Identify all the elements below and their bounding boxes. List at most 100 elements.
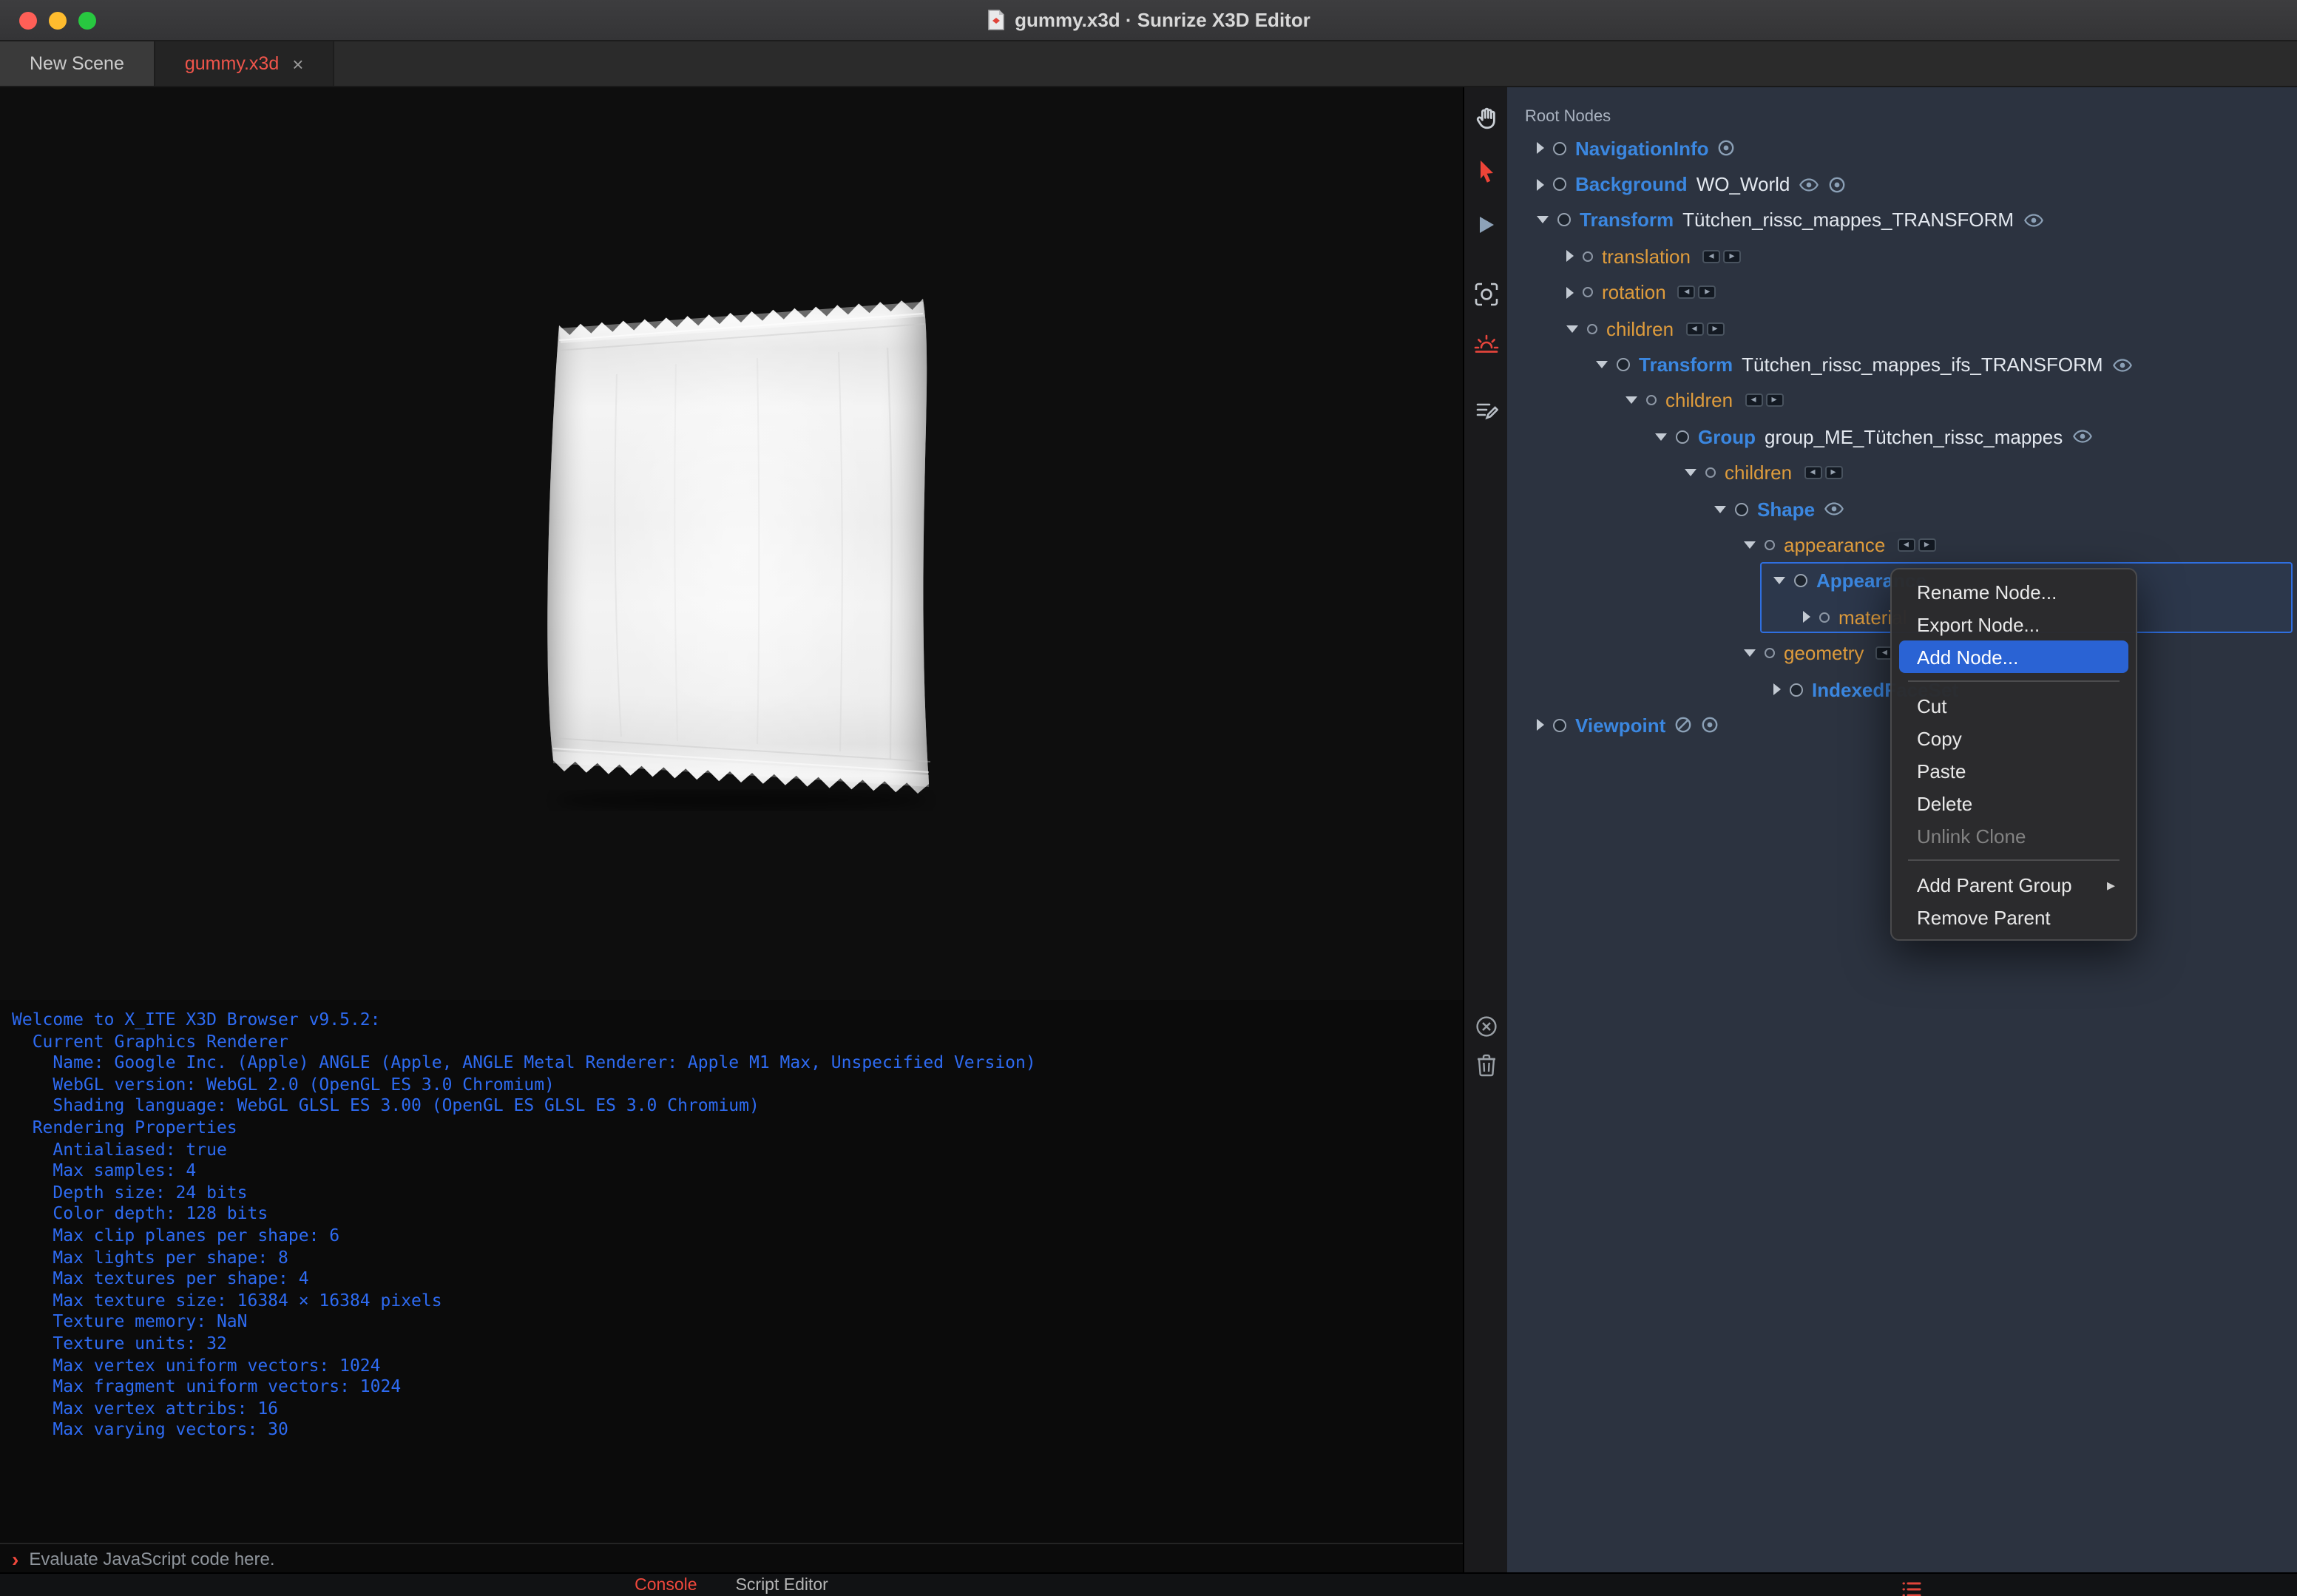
viewfinder-icon[interactable] bbox=[1469, 278, 1502, 311]
field-icon bbox=[1765, 648, 1775, 659]
route-badges[interactable]: ◂▸ bbox=[1745, 393, 1784, 408]
expander-icon[interactable] bbox=[1596, 361, 1608, 369]
menu-item[interactable]: Cut bbox=[1899, 689, 2128, 722]
tab-label: gummy.x3d bbox=[184, 53, 280, 74]
menu-item[interactable]: Rename Node... bbox=[1899, 575, 2128, 608]
menu-item[interactable]: Delete bbox=[1899, 787, 2128, 819]
menu-item[interactable]: Paste bbox=[1899, 754, 2128, 787]
footer-tab-script-editor[interactable]: Script Editor bbox=[736, 1577, 828, 1595]
node-icon bbox=[1794, 574, 1807, 588]
expander-icon[interactable] bbox=[1803, 611, 1810, 623]
menu-separator bbox=[1908, 859, 2120, 861]
traffic-lights bbox=[19, 12, 96, 30]
eye-icon[interactable] bbox=[1824, 501, 1844, 516]
menu-item[interactable]: Export Node... bbox=[1899, 608, 2128, 640]
menu-item[interactable]: Add Parent Group ▸ bbox=[1899, 868, 2128, 901]
tab-close-icon[interactable]: × bbox=[292, 53, 303, 75]
expander-icon[interactable] bbox=[1566, 325, 1578, 333]
expander-icon[interactable] bbox=[1566, 250, 1574, 263]
route-badges[interactable]: ◂▸ bbox=[1685, 322, 1725, 336]
titlebar: gummy.x3d · Sunrize X3D Editor bbox=[0, 0, 2297, 41]
expander-icon[interactable] bbox=[1773, 683, 1781, 696]
expander-icon[interactable] bbox=[1537, 719, 1544, 731]
viewport-column: Welcome to X_ITE X3D Browser v9.5.2: Cur… bbox=[0, 87, 1463, 1572]
expander-icon[interactable] bbox=[1744, 541, 1756, 549]
expander-icon[interactable] bbox=[1537, 178, 1544, 191]
footer-tab-console[interactable]: Console bbox=[635, 1577, 697, 1595]
window-title: gummy.x3d · Sunrize X3D Editor bbox=[987, 9, 1310, 31]
tree-row[interactable]: appearance ◂ ▸ bbox=[1507, 527, 2297, 564]
expander-icon[interactable] bbox=[1655, 433, 1667, 441]
def-name: WO_World bbox=[1696, 173, 1790, 196]
expander-icon[interactable] bbox=[1714, 505, 1726, 513]
node-icon bbox=[1735, 502, 1748, 516]
tree-row[interactable]: children ◂ ▸ bbox=[1507, 382, 2297, 419]
select-pointer-icon[interactable] bbox=[1469, 155, 1502, 188]
tree-row[interactable]: translation ◂ ▸ bbox=[1507, 238, 2297, 274]
console-input[interactable] bbox=[29, 1548, 1463, 1569]
eye-icon[interactable] bbox=[2112, 357, 2133, 372]
outline-editor-panel: Root Nodes NavigationInfo Background WO_Wo… bbox=[1507, 87, 2297, 1572]
field-name: children bbox=[1725, 461, 1793, 484]
tree-row[interactable]: rotation ◂ ▸ bbox=[1507, 274, 2297, 311]
tree-row[interactable]: NavigationInfo bbox=[1507, 130, 2297, 166]
tree-row[interactable]: Transform Tütchen_rissc_mappes_TRANSFORM bbox=[1507, 203, 2297, 239]
field-icon bbox=[1587, 323, 1597, 334]
node-icon bbox=[1553, 177, 1566, 192]
script-list-icon[interactable] bbox=[1469, 395, 1502, 427]
app-window: gummy.x3d · Sunrize X3D Editor New Scene… bbox=[0, 0, 2297, 1596]
expander-icon[interactable] bbox=[1744, 649, 1756, 657]
expander-icon[interactable] bbox=[1537, 142, 1544, 155]
vertical-toolbar bbox=[1463, 87, 1507, 1572]
route-badges[interactable]: ◂▸ bbox=[1677, 285, 1716, 300]
bind-icon[interactable] bbox=[1828, 175, 1846, 193]
window-close-button[interactable] bbox=[19, 12, 37, 30]
submenu-arrow-icon: ▸ bbox=[2106, 876, 2115, 894]
route-badges[interactable]: ◂▸ bbox=[1897, 538, 1936, 552]
expander-icon[interactable] bbox=[1685, 469, 1696, 477]
eye-icon[interactable] bbox=[1799, 177, 1819, 192]
tab-label: New Scene bbox=[30, 53, 124, 74]
field-icon bbox=[1583, 287, 1593, 298]
root-nodes-label: Root Nodes bbox=[1525, 108, 1611, 126]
field-name: children bbox=[1606, 317, 1674, 340]
tab-gummy[interactable]: gummy.x3d × bbox=[155, 41, 335, 86]
window-minimize-button[interactable] bbox=[49, 12, 67, 30]
route-badges[interactable]: ◂▸ bbox=[1804, 466, 1843, 480]
route-badges[interactable]: ◂▸ bbox=[1702, 249, 1741, 263]
tree-row[interactable]: Shape bbox=[1507, 491, 2297, 527]
tree-row[interactable]: Group group_ME_Tütchen_rissc_mappes bbox=[1507, 419, 2297, 455]
pan-hand-icon[interactable] bbox=[1469, 102, 1502, 135]
tree-row[interactable]: children ◂ ▸ bbox=[1507, 311, 2297, 347]
eye-icon[interactable] bbox=[2071, 430, 2092, 444]
3d-viewport[interactable] bbox=[0, 87, 1463, 1000]
menu-item[interactable]: Add Node... bbox=[1899, 640, 2128, 673]
expander-icon[interactable] bbox=[1773, 577, 1785, 585]
bind-icon[interactable] bbox=[1718, 139, 1736, 157]
trash-icon[interactable] bbox=[1469, 1049, 1502, 1081]
node-icon bbox=[1617, 358, 1630, 372]
expander-icon[interactable] bbox=[1537, 216, 1549, 224]
tree-row[interactable]: children ◂ ▸ bbox=[1507, 455, 2297, 491]
gummy-bag-render bbox=[547, 299, 931, 809]
node-name: Transform bbox=[1639, 354, 1733, 376]
status-bar: Console Script Editor bbox=[0, 1572, 2297, 1596]
tree-row[interactable]: Transform Tütchen_rissc_mappes_ifs_TRANSF… bbox=[1507, 347, 2297, 383]
tree-row[interactable]: Background WO_World bbox=[1507, 166, 2297, 203]
play-icon[interactable] bbox=[1469, 209, 1502, 241]
noview-icon[interactable] bbox=[1674, 717, 1692, 734]
panels-list-icon[interactable] bbox=[1902, 1578, 1921, 1596]
window-zoom-button[interactable] bbox=[78, 12, 96, 30]
menu-item[interactable]: Unlink Clone bbox=[1899, 819, 2128, 852]
bind-icon[interactable] bbox=[1701, 717, 1719, 734]
field-name: translation bbox=[1602, 245, 1691, 268]
close-circle-icon[interactable] bbox=[1469, 1010, 1502, 1043]
expander-icon[interactable] bbox=[1566, 286, 1574, 299]
window-title-text: gummy.x3d · Sunrize X3D Editor bbox=[1015, 9, 1310, 31]
expander-icon[interactable] bbox=[1626, 396, 1637, 405]
eye-icon[interactable] bbox=[2023, 213, 2043, 228]
menu-item[interactable]: Copy bbox=[1899, 722, 2128, 754]
menu-item[interactable]: Remove Parent bbox=[1899, 901, 2128, 933]
sunrise-light-icon[interactable] bbox=[1469, 327, 1502, 359]
tab-new-scene[interactable]: New Scene bbox=[0, 41, 155, 86]
